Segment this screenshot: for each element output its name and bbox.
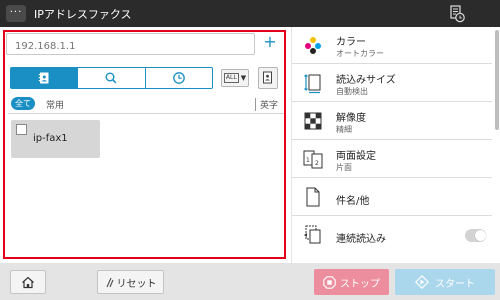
setting-scan-size[interactable]: 読込みサイズ 自動検出 (292, 65, 492, 102)
toggle-knob (475, 230, 486, 241)
setting-duplex-title: 両面設定 (336, 151, 376, 162)
start-label: スタート (435, 278, 475, 290)
window-title: IPアドレスファクス (34, 8, 132, 21)
filter-alphabet-button[interactable]: 英字 (255, 98, 278, 111)
scan-size-icon (304, 74, 321, 94)
destination-checkbox[interactable] (16, 124, 27, 135)
history-icon (172, 72, 185, 84)
setting-continuous-scan[interactable]: 連続読込み (292, 217, 492, 254)
search-icon (105, 72, 117, 84)
setting-subject-title: 件名/他 (336, 196, 370, 207)
setting-resolution[interactable]: 解像度 精細 (292, 103, 492, 140)
settings-panel: カラー オートカラー 読込みサイズ 自動検出 解像度 精細 1 2 両面設定 片… (292, 27, 500, 263)
setting-duplex[interactable]: 1 2 両面設定 片面 (292, 141, 492, 178)
reset-icon (105, 277, 114, 287)
stop-button[interactable]: ストップ (314, 269, 389, 295)
color-dots-icon (305, 37, 321, 54)
duplex-pages-icon: 1 2 (303, 150, 323, 169)
destination-label: ip-fax1 (33, 133, 68, 144)
setting-scan-size-value: 自動検出 (336, 87, 368, 96)
tab-address-book[interactable] (11, 68, 79, 88)
resolution-grid-icon (304, 112, 322, 130)
ip-address-input[interactable] (6, 33, 255, 55)
document-icon (306, 187, 320, 207)
register-destination-button[interactable] (258, 67, 278, 89)
setting-scan-size-title: 読込みサイズ (336, 75, 396, 86)
tab-history[interactable] (146, 68, 212, 88)
setting-continuous-title: 連続読込み (336, 234, 386, 245)
svg-text:1: 1 (306, 157, 310, 164)
setting-duplex-value: 片面 (336, 163, 352, 172)
svg-text:2: 2 (315, 160, 319, 167)
add-destination-button[interactable]: + (262, 32, 278, 52)
stop-label: ストップ (340, 278, 380, 290)
setting-resolution-value: 精細 (336, 125, 352, 134)
destination-type-dropdown[interactable]: ALL ▼ (221, 69, 249, 87)
chevron-down-icon: ▼ (240, 74, 247, 82)
menu-button[interactable]: ··· (6, 5, 26, 22)
setting-subject[interactable]: 件名/他 (292, 179, 492, 216)
start-icon (415, 275, 429, 289)
setting-color-value: オートカラー (336, 49, 384, 58)
type-label: ALL (223, 73, 239, 83)
filter-all-button[interactable]: 全て (11, 97, 35, 110)
settings-scrollbar[interactable] (495, 30, 499, 130)
document-user-icon (263, 71, 272, 84)
stop-icon (323, 275, 336, 289)
filter-frequent-button[interactable]: 常用 (46, 98, 64, 111)
home-icon (22, 276, 34, 288)
title-bar: ··· IPアドレスファクス (0, 0, 500, 27)
tab-search[interactable] (78, 68, 146, 88)
continuous-scan-icon (304, 225, 321, 244)
reset-label: リセット (116, 278, 157, 290)
address-book-icon (38, 72, 49, 84)
home-button[interactable] (10, 270, 46, 294)
divider (8, 113, 284, 114)
job-status-icon[interactable] (448, 4, 466, 23)
continuous-scan-toggle[interactable] (465, 229, 486, 242)
reset-button[interactable]: リセット (97, 270, 164, 294)
setting-color[interactable]: カラー オートカラー (292, 27, 492, 64)
setting-color-title: カラー (336, 37, 366, 48)
start-button[interactable]: スタート (395, 269, 495, 295)
destination-card[interactable]: ip-fax1 (11, 120, 100, 158)
search-mode-tabs (10, 67, 213, 89)
destination-panel: + ALL ▼ (0, 27, 291, 263)
setting-resolution-title: 解像度 (336, 113, 366, 124)
